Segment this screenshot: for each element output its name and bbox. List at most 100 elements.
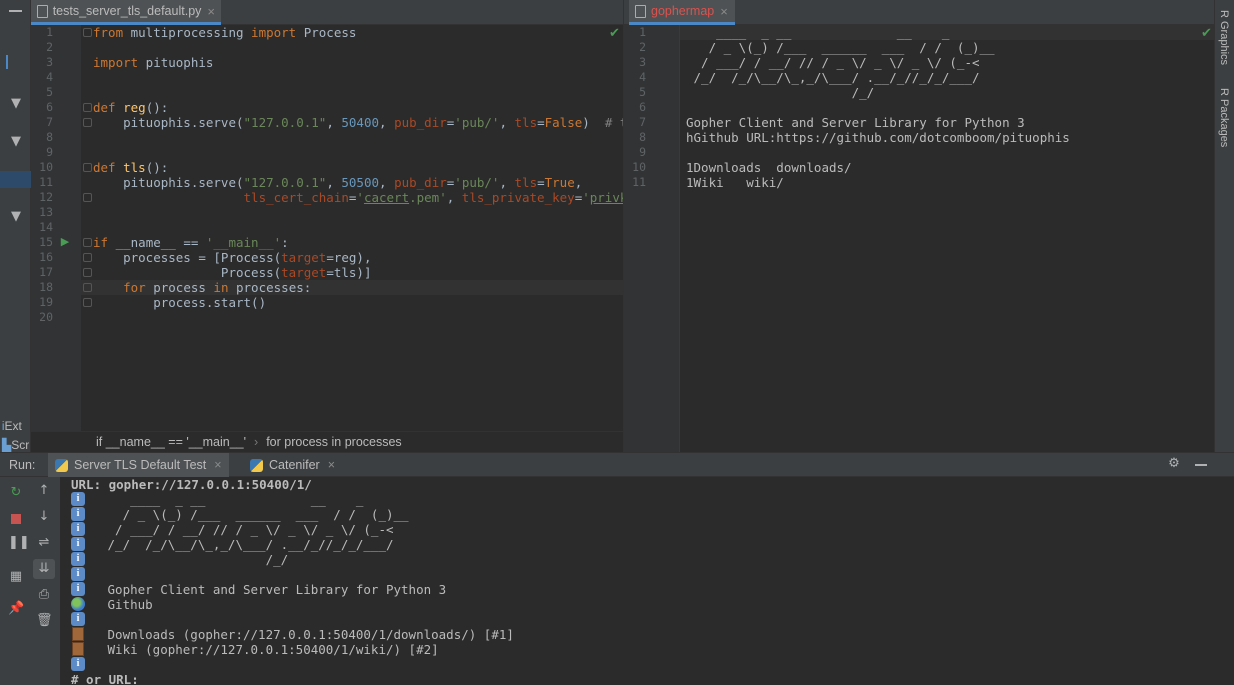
line-number: 12 — [39, 190, 53, 204]
run-label: Run: — [9, 458, 36, 472]
breadcrumb-item[interactable]: for process in processes — [266, 435, 401, 449]
minimize-icon[interactable] — [1195, 464, 1207, 466]
fold-marker[interactable] — [83, 193, 92, 202]
close-icon[interactable]: × — [328, 458, 335, 472]
line-number: 3 — [639, 55, 646, 69]
console-line: / _ \(_) /___ ______ ___ / / (_)__ — [100, 507, 409, 522]
stop-icon[interactable] — [11, 514, 21, 524]
folder-icon — [72, 627, 84, 641]
code-line: for process in processes: — [123, 280, 312, 295]
fold-marker[interactable] — [83, 283, 92, 292]
breadcrumb-separator: › — [254, 435, 259, 449]
line-number: 1 — [46, 25, 53, 39]
fold-marker[interactable] — [83, 163, 92, 172]
line-number: 16 — [39, 250, 53, 264]
python-run-icon — [250, 458, 263, 472]
fold-marker[interactable] — [83, 103, 92, 112]
fold-marker[interactable] — [83, 253, 92, 262]
fold-marker[interactable] — [83, 298, 92, 307]
run-gutter-icon[interactable]: ▶ — [57, 234, 73, 250]
r-packages-tool[interactable]: R Packages — [1218, 88, 1230, 147]
soft-wrap-icon[interactable]: ⇌ — [36, 535, 52, 551]
line-number: 7 — [639, 115, 646, 129]
gophermap-line: Gopher Client and Server Library for Pyt… — [686, 115, 1025, 130]
line-number: 10 — [39, 160, 53, 174]
triangle-down-icon[interactable]: ▼ — [8, 134, 24, 150]
breadcrumb: if __name__ == '__main__' › for process … — [31, 431, 623, 452]
console-line: URL: gopher://127.0.0.1:50400/1/ — [71, 477, 312, 492]
arrow-up-icon[interactable]: ↑ — [36, 483, 52, 499]
info-icon: i — [71, 537, 85, 551]
python-file-icon — [37, 4, 48, 18]
code-line: pituophis.serve("127.0.0.1", 50500, pub_… — [93, 175, 583, 190]
info-icon: i — [71, 492, 85, 506]
triangle-down-icon[interactable]: ▼ — [8, 209, 24, 225]
close-icon[interactable]: × — [720, 4, 728, 19]
line-number: 13 — [39, 205, 53, 219]
layout-icon[interactable]: ▦ — [8, 569, 24, 585]
print-icon[interactable]: ⎙ — [36, 587, 52, 603]
fold-marker[interactable] — [83, 268, 92, 277]
line-number: 20 — [39, 310, 53, 324]
arrow-down-icon[interactable]: ↓ — [36, 509, 52, 525]
fold-marker[interactable] — [83, 28, 92, 37]
ext-tool-label[interactable]: ᎥExt — [2, 419, 22, 434]
info-icon: i — [71, 657, 85, 671]
left-editor-tabbar: tests_server_tls_default.py × — [31, 0, 623, 25]
info-icon: i — [71, 522, 85, 536]
run-console[interactable]: iiiiiiiii URL: gopher://127.0.0.1:50400/… — [60, 477, 1234, 685]
line-number: 19 — [39, 295, 53, 309]
inspection-ok-icon[interactable]: ✔ — [609, 26, 620, 41]
collapse-button[interactable] — [9, 10, 22, 12]
scr-tool-label[interactable]: ▙Scr — [2, 438, 29, 452]
line-number: 5 — [639, 85, 646, 99]
python-editor[interactable]: 1 2 3 4 5 6 7 8 9 10 11 12 13 14 15 16 17 18 19 20 ▶ ✔ from… — [31, 25, 623, 431]
line-number: 6 — [639, 100, 646, 114]
code-line: pituophis.serve("127.0.0.1", 50400, pub_… — [93, 115, 623, 130]
pin-icon[interactable]: 📌 — [8, 601, 24, 617]
code-line: import pituophis — [93, 55, 214, 70]
info-icon: i — [71, 612, 85, 626]
close-icon[interactable]: × — [207, 4, 215, 19]
console-line: Gopher Client and Server Library for Pyt… — [100, 582, 447, 597]
tab-gophermap[interactable]: gophermap × — [629, 0, 735, 25]
line-number: 3 — [46, 55, 53, 69]
line-number: 9 — [46, 145, 53, 159]
text-file-icon — [635, 4, 646, 18]
code-line: if __name__ == '__main__': — [93, 235, 289, 250]
right-editor-tabbar: gophermap × — [623, 0, 1214, 25]
selected-marker — [0, 171, 31, 188]
line-number: 2 — [639, 40, 646, 54]
code-line: process.start() — [93, 295, 267, 310]
tab-catenifer[interactable]: Catenifer × — [243, 453, 342, 477]
scroll-to-end-icon[interactable]: ⇊ — [33, 559, 55, 579]
close-icon[interactable]: × — [214, 458, 221, 472]
tab-tests-server-tls-default[interactable]: tests_server_tls_default.py × — [31, 0, 221, 25]
gear-icon[interactable]: ⚙ — [1166, 456, 1182, 472]
fold-marker[interactable] — [83, 238, 92, 247]
gophermap-editor[interactable]: 1 2 3 4 5 6 7 8 9 10 11 ____ _ __ __ _ / _ \(_) /_… — [623, 25, 1214, 452]
run-toolbar: ↻ ❚❚ ▦ 📌 ↑ ↓ ⇌ ⇊ ⎙ 🗑 — [0, 477, 60, 685]
info-icon: i — [71, 567, 85, 581]
trash-icon[interactable]: 🗑 — [36, 613, 53, 629]
line-number: 7 — [46, 115, 53, 129]
folder-icon — [72, 642, 84, 656]
line-number: 8 — [46, 130, 53, 144]
gophermap-line: / _ \(_) /___ ______ ___ / / (_)__ — [686, 40, 995, 55]
triangle-down-icon[interactable]: ▼ — [8, 96, 24, 112]
gophermap-line: ____ _ __ __ _ — [686, 25, 950, 40]
inspection-ok-icon[interactable]: ✔ — [1201, 26, 1212, 41]
code-line: def reg(): — [93, 100, 169, 115]
console-line: # or URL: — [71, 672, 139, 685]
rerun-icon[interactable]: ↻ — [8, 485, 24, 501]
pause-icon[interactable]: ❚❚ — [8, 535, 30, 551]
tab-server-tls-default-test[interactable]: Server TLS Default Test × — [48, 453, 229, 477]
structure-marker — [6, 55, 26, 69]
breadcrumb-item[interactable]: if __name__ == '__main__' — [96, 435, 246, 449]
line-number: 1 — [639, 25, 646, 39]
info-icon: i — [71, 582, 85, 596]
line-number: 14 — [39, 220, 53, 234]
r-graphics-tool[interactable]: R Graphics — [1218, 10, 1230, 65]
fold-marker[interactable] — [83, 118, 92, 127]
info-icon: i — [71, 507, 85, 521]
